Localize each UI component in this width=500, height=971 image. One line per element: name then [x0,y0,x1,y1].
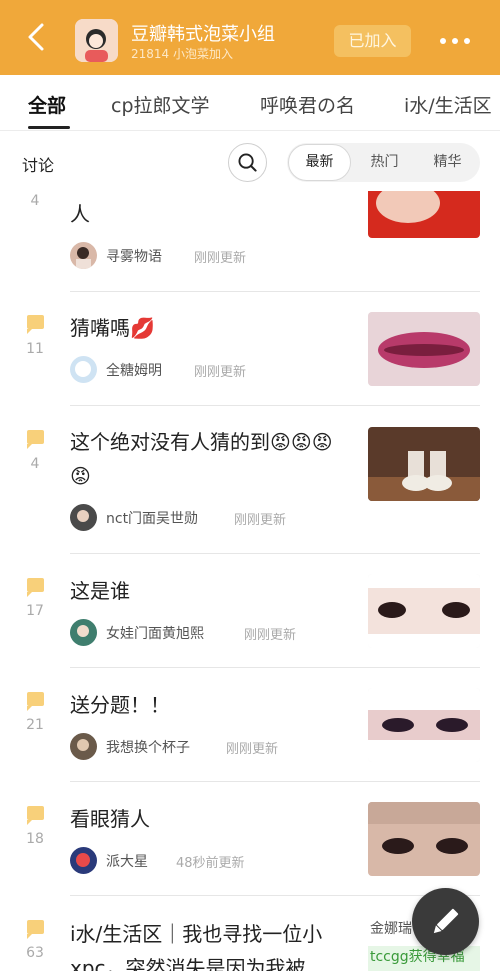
comment-count: 4 [30,193,40,209]
comment-count: 63 [26,945,44,961]
sort-segmented-control: 最新 热门 精华 [287,143,480,182]
post-author: 寻雾物语 刚刚更新 [70,242,350,270]
post-title: 人 [70,202,90,226]
comment-icon [27,315,44,334]
avatar [70,733,97,760]
post-time: 刚刚更新 [234,513,287,528]
compose-button[interactable] [412,888,479,955]
comment-count: 11 [26,341,44,357]
tab-life-area[interactable]: i水/生活区 [404,91,492,118]
post-item[interactable]: 4 这个绝对没有人猜的到😡😡😡😡 nct门面吴世勋 刚刚更新 [0,406,500,554]
group-member-count: 21814 小泡菜加入 [131,47,233,61]
active-tab-indicator [28,126,70,129]
comment-icon [27,806,44,825]
post-title: 猜嘴嗎💋 [70,316,155,340]
tab-cp-fiction[interactable]: cp拉郎文学 [111,91,210,118]
section-label: 讨论 [22,156,55,175]
post-title: 送分题！！ [70,693,170,717]
comment-icon [27,430,44,449]
post-title: 看眼猜人 [70,807,150,831]
tab-all[interactable]: 全部 [28,91,66,118]
author-name: 女娃门面黄旭熙 [106,626,204,642]
post-author: nct门面吴世勋 刚刚更新 [70,504,350,532]
group-title: 豆瓣韩式泡菜小组 [131,24,275,45]
post-thumbnail [368,802,480,876]
post-author: 派大星 48秒前更新 [70,847,350,875]
post-title: 这是谁 [70,579,130,603]
more-icon[interactable] [440,38,470,46]
post-item[interactable]: 4 人 寻雾物语 刚刚更新 [0,191,500,292]
sort-featured[interactable]: 精华 [416,143,479,182]
post-item[interactable]: 21 送分题！！ 我想换个杯子 刚刚更新 [0,668,500,782]
post-thumbnail [368,427,480,501]
search-icon[interactable] [228,143,267,182]
author-name: 寻雾物语 [106,249,162,265]
post-thumbnail [368,191,480,238]
joined-button[interactable]: 已加入 [334,25,411,57]
avatar [70,356,97,383]
post-item[interactable]: 18 看眼猜人 派大星 48秒前更新 [0,782,500,896]
comment-icon [27,578,44,597]
post-thumbnail [368,574,480,648]
post-time: 刚刚更新 [226,742,279,757]
comment-icon [27,692,44,711]
sort-hot[interactable]: 热门 [353,143,416,182]
post-item[interactable]: 17 这是谁 女娃门面黄旭熙 刚刚更新 [0,554,500,668]
tab-summon-name[interactable]: 呼唤君の名 [260,91,355,118]
comment-count: 18 [26,831,44,847]
post-thumbnail [368,688,480,762]
post-time: 刚刚更新 [194,365,247,380]
category-tabs: 全部 cp拉郎文学 呼唤君の名 i水/生活区 [0,75,500,131]
comment-count: 21 [26,717,44,733]
post-title: 这个绝对没有人猜的到😡😡😡😡 [70,430,333,488]
author-name: 我想换个杯子 [106,740,190,756]
author-name: 全糖姆明 [106,363,162,379]
comment-icon [27,920,44,939]
group-avatar[interactable] [75,19,118,62]
post-time: 刚刚更新 [194,251,247,266]
back-chevron-icon[interactable] [22,22,52,52]
comment-count: 17 [26,603,44,619]
post-item[interactable]: 11 猜嘴嗎💋 全糖姆明 刚刚更新 [0,292,500,406]
avatar [70,847,97,874]
author-name: nct门面吴世勋 [106,511,199,527]
pencil-icon [433,908,459,934]
avatar [70,619,97,646]
post-author: 全糖姆明 刚刚更新 [70,356,350,384]
author-name: 派大星 [106,854,148,870]
post-title: i水/生活区｜我也寻找一位小xpc，突然消失是因为我被 [70,922,323,971]
avatar [70,242,97,269]
post-thumbnail [368,312,480,386]
avatar [70,504,97,531]
post-author: 女娃门面黄旭熙 刚刚更新 [70,619,350,647]
filter-bar: 讨论 最新 热门 精华 [0,131,500,193]
sort-newest[interactable]: 最新 [288,144,351,181]
comment-count: 4 [30,456,40,472]
post-time: 48秒前更新 [176,856,245,871]
post-author: 我想换个杯子 刚刚更新 [70,733,350,761]
post-time: 刚刚更新 [244,628,297,643]
group-header: 豆瓣韩式泡菜小组 21814 小泡菜加入 已加入 [0,0,500,75]
